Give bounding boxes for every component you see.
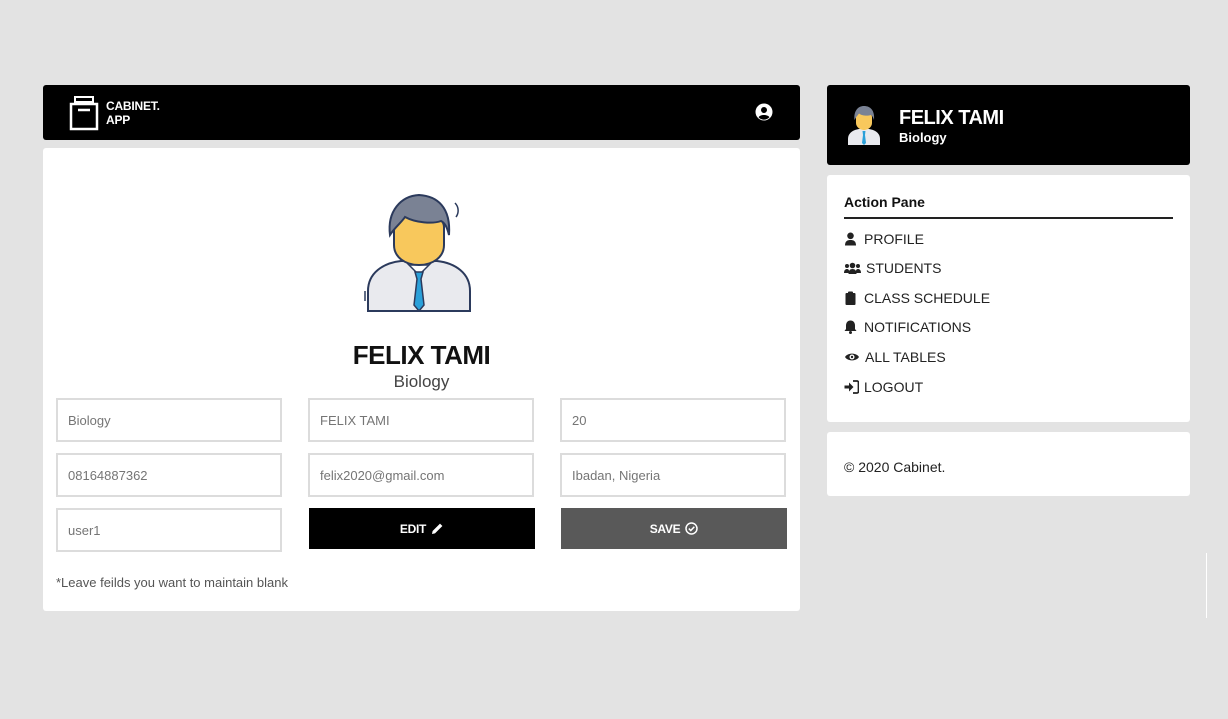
bell-icon [844,320,857,334]
email-field[interactable] [308,453,534,497]
sidebar-item-all-tables[interactable]: ALL TABLES [844,347,946,367]
user-icon [845,232,856,246]
user-circle-icon[interactable] [755,103,773,121]
check-circle-icon [685,522,699,535]
sidebar-item-logout[interactable]: LOGOUT [844,377,923,397]
profile-card: FELIX TAMI Biology EDIT SAVE *Leave feil… [43,148,800,611]
age-field[interactable] [560,398,786,442]
sidebar-item-label: PROFILE [864,231,924,247]
phone-field[interactable] [56,453,282,497]
profile-subject: Biology [393,372,450,391]
sidebar-item-label: NOTIFICATIONS [864,319,972,335]
save-button-label: SAVE [649,521,681,536]
save-button[interactable]: SAVE [561,508,787,549]
sidebar-user-name: FELIX TAMI [899,107,1004,129]
edit-button[interactable]: EDIT [309,508,535,549]
sidebar-item-notifications[interactable]: NOTIFICATIONS [844,317,971,337]
location-field[interactable] [560,453,786,497]
profile-name: FELIX TAMI [352,340,491,370]
sidebar-item-label: STUDENTS [866,260,942,276]
sidebar-item-students[interactable]: STUDENTS [844,258,941,278]
subject-field[interactable] [56,398,282,442]
sidebar-item-label: LOGOUT [864,379,924,395]
sidebar-profile-header: FELIX TAMI Biology [827,85,1190,165]
action-pane: Action Pane PROFILE STUDENTS CLASS SCHED… [827,175,1190,422]
archive-box-icon [69,96,99,131]
form-note: *Leave feilds you want to maintain blank [56,575,288,590]
sidebar-item-label: ALL TABLES [865,349,946,365]
teacher-avatar-icon [364,193,471,313]
sign-in-icon [844,380,859,394]
brand-logo[interactable]: CABINET. APP [106,99,160,127]
teacher-avatar-icon [848,106,880,145]
sidebar-item-class-schedule[interactable]: CLASS SCHEDULE [844,288,990,308]
top-navbar: CABINET. APP [43,85,800,140]
copyright-text: © 2020 Cabinet. [844,459,946,475]
pencil-icon [432,523,443,534]
scrollbar[interactable] [1206,553,1207,618]
sidebar-user-subject: Biology [899,130,947,145]
eye-icon [845,353,859,361]
clipboard-icon [845,291,856,305]
sidebar-item-label: CLASS SCHEDULE [864,290,991,306]
action-pane-title: Action Pane [844,194,925,210]
users-icon [844,262,861,274]
edit-button-label: EDIT [399,521,427,536]
brand-line1: CABINET. [106,99,160,113]
fullname-field[interactable] [308,398,534,442]
sidebar-item-profile[interactable]: PROFILE [844,229,924,249]
username-field[interactable] [56,508,282,552]
footer-card: © 2020 Cabinet. [827,432,1190,496]
brand-line2: APP [106,113,131,127]
divider [844,217,1173,219]
